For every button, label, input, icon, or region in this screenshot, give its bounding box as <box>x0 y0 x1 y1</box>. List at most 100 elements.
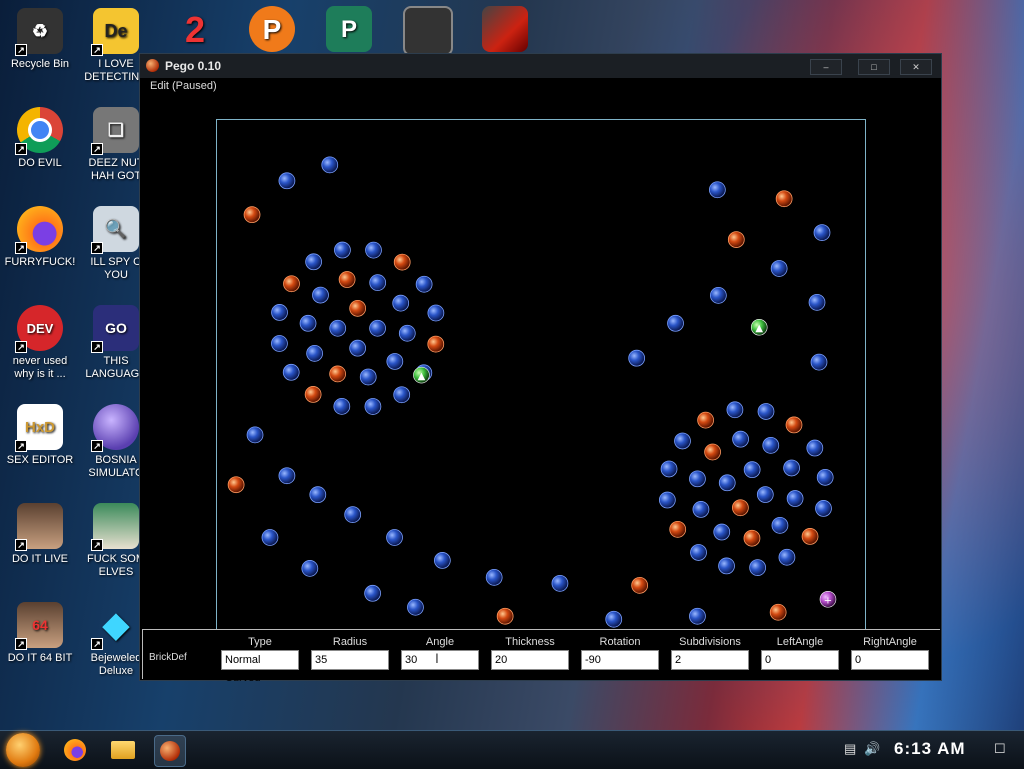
blue-peg[interactable] <box>329 319 347 337</box>
orange-peg[interactable] <box>393 253 411 271</box>
desktop-icon-publisher[interactable]: P <box>311 6 387 56</box>
blue-peg[interactable] <box>551 574 569 592</box>
blue-peg[interactable] <box>359 368 377 386</box>
desktop-icon-recycle-bin[interactable]: ♻ ↗ Recycle Bin <box>2 8 78 71</box>
orange-peg[interactable] <box>732 499 749 517</box>
blue-peg[interactable] <box>321 156 339 174</box>
edit-menu[interactable]: Edit (Paused) <box>150 80 217 92</box>
blue-peg[interactable] <box>334 241 351 259</box>
blue-peg[interactable] <box>365 241 382 259</box>
blue-peg[interactable] <box>393 386 411 404</box>
blue-peg[interactable] <box>344 506 362 523</box>
blue-peg[interactable] <box>386 529 403 546</box>
orange-peg[interactable] <box>631 576 649 594</box>
blue-peg[interactable] <box>810 353 828 371</box>
desktop-icon-do-it-live[interactable]: ↗ DO IT LIVE <box>2 503 78 566</box>
taskbar-pego[interactable] <box>154 735 186 767</box>
blue-peg[interactable] <box>806 439 824 457</box>
orange-peg[interactable] <box>329 365 346 383</box>
blue-peg[interactable] <box>364 584 381 602</box>
orange-peg[interactable] <box>704 443 721 461</box>
pego-window[interactable]: Pego 0.10 – □ ✕ Edit (Paused) ▲ ▲ + Bric… <box>139 53 942 684</box>
blue-peg[interactable] <box>667 314 684 332</box>
blue-peg[interactable] <box>778 548 796 566</box>
orange-peg[interactable] <box>697 411 714 429</box>
desktop-icon-firefox[interactable]: ↗ FURRYFUCK! <box>2 206 78 269</box>
blue-peg[interactable] <box>369 274 387 291</box>
desktop-icon-red-cube[interactable] <box>467 6 543 56</box>
volume-icon[interactable]: 🔊 <box>864 741 880 757</box>
blue-peg[interactable] <box>762 436 780 454</box>
orange-peg[interactable] <box>304 386 322 403</box>
orange-peg[interactable] <box>727 231 745 248</box>
blue-peg[interactable] <box>689 470 706 488</box>
blue-peg[interactable] <box>349 339 367 357</box>
blue-peg[interactable] <box>816 468 834 486</box>
blue-peg[interactable] <box>770 260 788 277</box>
blue-peg[interactable] <box>709 287 727 304</box>
orange-peg[interactable] <box>669 520 687 538</box>
thickness-input[interactable]: 20 <box>491 650 569 670</box>
angle-input[interactable]: 30 <box>401 650 479 670</box>
blue-peg[interactable] <box>282 363 300 381</box>
desktop-icon-devcpp[interactable]: DEV ↗ never used why is it ... <box>2 305 78 381</box>
title-bar[interactable]: Pego 0.10 – □ ✕ <box>140 54 941 78</box>
level-playfield[interactable]: ▲ ▲ + <box>216 119 866 679</box>
blue-peg[interactable] <box>301 560 319 577</box>
desktop-icon-hxd[interactable]: HxD ↗ SEX EDITOR <box>2 404 78 467</box>
blue-peg[interactable] <box>398 324 416 342</box>
network-icon[interactable]: ▤ <box>844 741 856 757</box>
desktop-icon-two[interactable]: 2 <box>157 6 233 56</box>
blue-peg[interactable] <box>749 559 766 576</box>
blue-peg[interactable] <box>364 398 382 415</box>
blue-peg[interactable] <box>407 598 424 616</box>
orange-peg[interactable] <box>496 607 514 625</box>
blue-peg[interactable] <box>708 181 726 199</box>
orange-peg[interactable] <box>785 416 803 434</box>
blue-peg[interactable] <box>689 607 706 625</box>
green-powerup-peg[interactable]: ▲ <box>413 366 430 384</box>
blue-peg[interactable] <box>369 319 386 337</box>
blue-peg[interactable] <box>658 491 676 509</box>
green-powerup-peg[interactable]: ▲ <box>750 318 768 336</box>
blue-peg[interactable] <box>271 335 288 352</box>
blue-peg[interactable] <box>305 253 322 271</box>
blue-peg[interactable] <box>757 403 775 420</box>
blue-peg[interactable] <box>333 398 351 415</box>
rightangle-input[interactable]: 0 <box>851 650 929 670</box>
rotation-input[interactable]: -90 <box>581 650 659 670</box>
blue-peg[interactable] <box>278 172 296 190</box>
blue-peg[interactable] <box>306 344 323 362</box>
orange-peg[interactable] <box>283 275 300 293</box>
blue-peg[interactable] <box>771 516 789 534</box>
notification-icon[interactable]: ☐ <box>994 741 1006 757</box>
blue-peg[interactable] <box>605 610 623 628</box>
orange-peg[interactable] <box>349 299 367 317</box>
blue-peg[interactable] <box>690 544 707 561</box>
blue-peg[interactable] <box>660 460 678 478</box>
blue-peg[interactable] <box>692 501 710 518</box>
maximize-button[interactable]: □ <box>858 59 890 75</box>
blue-peg[interactable] <box>815 500 832 517</box>
blue-peg[interactable] <box>718 474 736 492</box>
blue-peg[interactable] <box>718 557 735 575</box>
orange-peg[interactable] <box>801 528 819 545</box>
close-button[interactable]: ✕ <box>900 59 932 75</box>
purple-bonus-peg[interactable]: + <box>819 591 837 608</box>
blue-peg[interactable] <box>786 490 804 507</box>
desktop-icon-chrome[interactable]: ↗ DO EVIL <box>2 107 78 170</box>
taskbar-explorer[interactable] <box>108 735 138 765</box>
blue-peg[interactable] <box>743 461 761 479</box>
orange-peg[interactable] <box>775 190 793 208</box>
blue-peg[interactable] <box>756 486 774 503</box>
blue-peg[interactable] <box>271 304 288 321</box>
blue-peg[interactable] <box>808 293 826 311</box>
taskbar-firefox[interactable] <box>60 735 90 765</box>
blue-peg[interactable] <box>246 426 264 444</box>
subdivisions-input[interactable]: 2 <box>671 650 749 670</box>
blue-peg[interactable] <box>427 304 445 322</box>
blue-peg[interactable] <box>299 314 317 332</box>
orange-peg[interactable] <box>743 529 761 547</box>
blue-peg[interactable] <box>485 568 503 586</box>
type-input[interactable]: Normal Curved <box>221 650 299 684</box>
